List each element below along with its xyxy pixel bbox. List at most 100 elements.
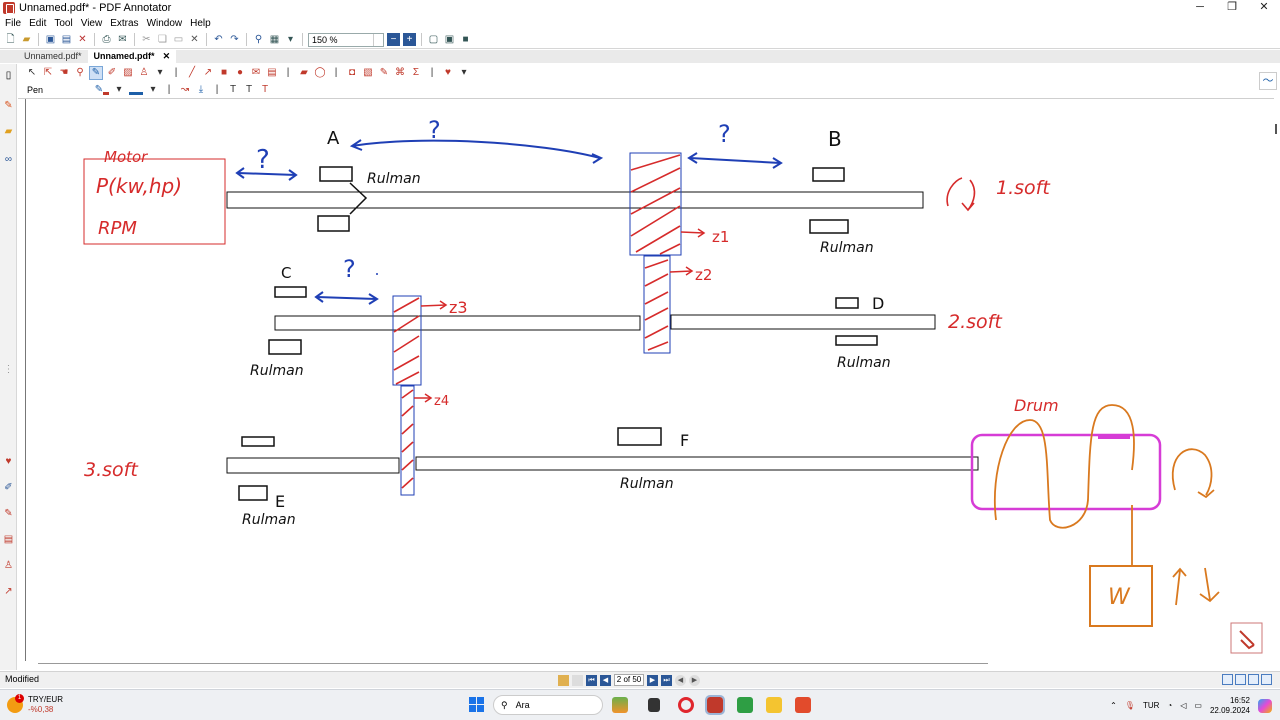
marker-icon[interactable]: ✐ — [106, 67, 118, 79]
page-icon[interactable]: ▯ — [3, 70, 14, 81]
pdf-annotator-taskbar-icon[interactable] — [705, 695, 725, 715]
dropdown-arrow-icon[interactable]: ▾ — [147, 84, 159, 96]
clock[interactable]: 16:52 22.09.2024 — [1210, 696, 1250, 716]
grid-view-icon[interactable] — [1261, 674, 1272, 685]
lasso-icon[interactable]: ◯ — [314, 67, 326, 79]
text-strikethrough-icon[interactable]: T — [259, 84, 271, 96]
line-icon[interactable]: ╱ — [186, 67, 198, 79]
chart-stamp-icon[interactable]: ▤ — [3, 534, 14, 545]
text-font-icon[interactable]: T — [227, 84, 239, 96]
ellipse-icon[interactable]: ● — [234, 67, 246, 79]
tab-close-icon[interactable]: ✕ — [163, 50, 171, 63]
start-button[interactable] — [469, 697, 484, 712]
red-app-icon[interactable] — [795, 697, 811, 713]
tab-unnamed-1[interactable]: Unnamed.pdf* — [18, 50, 88, 63]
smooth-stroke-icon[interactable]: ↝ — [179, 84, 191, 96]
next-page-icon[interactable]: ▶ — [647, 674, 658, 686]
dropdown-arrow-icon[interactable]: ▾ — [113, 84, 125, 96]
close-document-icon[interactable]: ✕ — [76, 33, 89, 46]
language-indicator[interactable]: TUR — [1143, 701, 1159, 710]
open-folder-icon[interactable]: ▰ — [20, 33, 33, 46]
save-as-icon[interactable]: ▤ — [60, 33, 73, 46]
link-icon[interactable]: ∞ — [3, 154, 14, 165]
menu-window[interactable]: Window — [147, 18, 183, 29]
two-page-view-icon[interactable] — [1248, 674, 1259, 685]
minimize-button[interactable]: ─ — [1184, 0, 1216, 16]
green-app-icon[interactable] — [737, 697, 753, 713]
arrow-icon[interactable]: ↗ — [202, 67, 214, 79]
tab-unnamed-2[interactable]: Unnamed.pdf* ✕ — [87, 50, 177, 63]
fit-page-icon[interactable]: ▢ — [427, 33, 440, 46]
find-icon[interactable]: ⚲ — [252, 33, 265, 46]
zoom-out-icon[interactable]: − — [387, 33, 400, 46]
menu-extras[interactable]: Extras — [110, 18, 138, 29]
camera-icon[interactable]: ◘ — [346, 67, 358, 79]
undo-icon[interactable]: ↶ — [212, 33, 225, 46]
save-icon[interactable]: ▣ — [44, 33, 57, 46]
currency-widget[interactable]: 1 TRY/EUR -%0,38 — [7, 694, 63, 715]
last-page-icon[interactable]: ⏭ — [661, 674, 672, 686]
delete-icon[interactable]: ✕ — [188, 33, 201, 46]
continuous-view-icon[interactable] — [1235, 674, 1246, 685]
favorites-icon[interactable]: ♥ — [442, 67, 454, 79]
print-icon[interactable]: ⎙ — [100, 33, 113, 46]
rectangle-icon[interactable]: ■ — [218, 67, 230, 79]
full-screen-icon[interactable]: ■ — [459, 33, 472, 46]
copilot-icon[interactable] — [1258, 698, 1272, 713]
select-arrow-icon[interactable]: ↖ — [26, 67, 38, 79]
callout-icon[interactable]: ✉ — [250, 67, 262, 79]
cut-icon[interactable]: ✂ — [140, 33, 153, 46]
splitter-grip-icon[interactable]: ⋮ — [3, 364, 14, 375]
microphone-icon[interactable]: 🎙 — [1125, 701, 1135, 710]
dropdown-arrow-icon[interactable]: ▾ — [154, 67, 166, 79]
opera-browser-icon[interactable] — [678, 697, 694, 713]
zoom-select[interactable]: 150 % — [308, 32, 384, 47]
chevron-up-icon[interactable]: ⌃ — [1110, 701, 1117, 710]
paste-icon[interactable]: ▭ — [172, 33, 185, 46]
new-document-icon[interactable]: 🗋 — [4, 33, 17, 46]
menu-file[interactable]: File — [5, 18, 21, 29]
eraser-icon[interactable]: ▰ — [298, 67, 310, 79]
forward-icon[interactable]: ▶ — [689, 674, 700, 686]
pen-color-swatch[interactable] — [103, 91, 109, 95]
taskbar-search[interactable]: ⚲ Ara — [493, 695, 603, 715]
vertical-scrollbar[interactable] — [1275, 124, 1277, 134]
speaker-icon[interactable]: ◁ — [1180, 701, 1186, 710]
single-page-view-icon[interactable] — [1222, 674, 1233, 685]
menu-tool[interactable]: Tool — [54, 18, 72, 29]
dropdown-arrow-icon[interactable]: ▾ — [458, 67, 470, 79]
document-page[interactable] — [18, 98, 1274, 664]
bookmarks-icon[interactable] — [558, 674, 569, 686]
zoom-in-icon[interactable]: + — [403, 33, 416, 46]
image-icon[interactable]: ▨ — [122, 67, 134, 79]
draw-line-icon[interactable]: ↗ — [3, 586, 14, 597]
copy-icon[interactable]: ❏ — [156, 33, 169, 46]
folder-icon[interactable]: ▰ — [3, 126, 14, 137]
favorites-heart-icon[interactable]: ♥ — [3, 456, 14, 467]
menu-view[interactable]: View — [81, 18, 103, 29]
battery-icon[interactable]: ▭ — [1194, 701, 1202, 710]
attachment-icon[interactable]: ⌘ — [394, 67, 406, 79]
page-number-field[interactable]: 2 of 50 — [614, 674, 644, 686]
pen-tool-icon[interactable]: ✎ — [3, 100, 14, 111]
sort-icon[interactable] — [572, 674, 583, 686]
widgets-icon[interactable] — [612, 697, 628, 713]
fit-width-icon[interactable]: ▣ — [443, 33, 456, 46]
network-icon[interactable]: ◔ — [1167, 701, 1172, 710]
maximize-button[interactable]: ❐ — [1216, 0, 1248, 16]
ruler-pen-icon[interactable]: ✎ — [378, 67, 390, 79]
select-object-icon[interactable]: ⇱ — [42, 67, 54, 79]
page-layout-icon[interactable]: ▦ — [268, 33, 281, 46]
hand-icon[interactable]: ☚ — [58, 67, 70, 79]
marker-icon[interactable]: ✎ — [3, 508, 14, 519]
menu-edit[interactable]: Edit — [29, 18, 46, 29]
stamp-icon[interactable]: ♙ — [3, 560, 14, 571]
close-window-button[interactable]: ✕ — [1248, 0, 1280, 16]
formula-sigma-icon[interactable]: Σ — [410, 67, 422, 79]
back-icon[interactable]: ◀ — [675, 674, 686, 686]
redo-icon[interactable]: ↷ — [228, 33, 241, 46]
email-icon[interactable]: ✉ — [116, 33, 129, 46]
zoom-tool-icon[interactable]: ⚲ — [74, 67, 86, 79]
task-view-icon[interactable] — [648, 698, 660, 712]
stamp-icon[interactable]: ♙ — [138, 67, 150, 79]
